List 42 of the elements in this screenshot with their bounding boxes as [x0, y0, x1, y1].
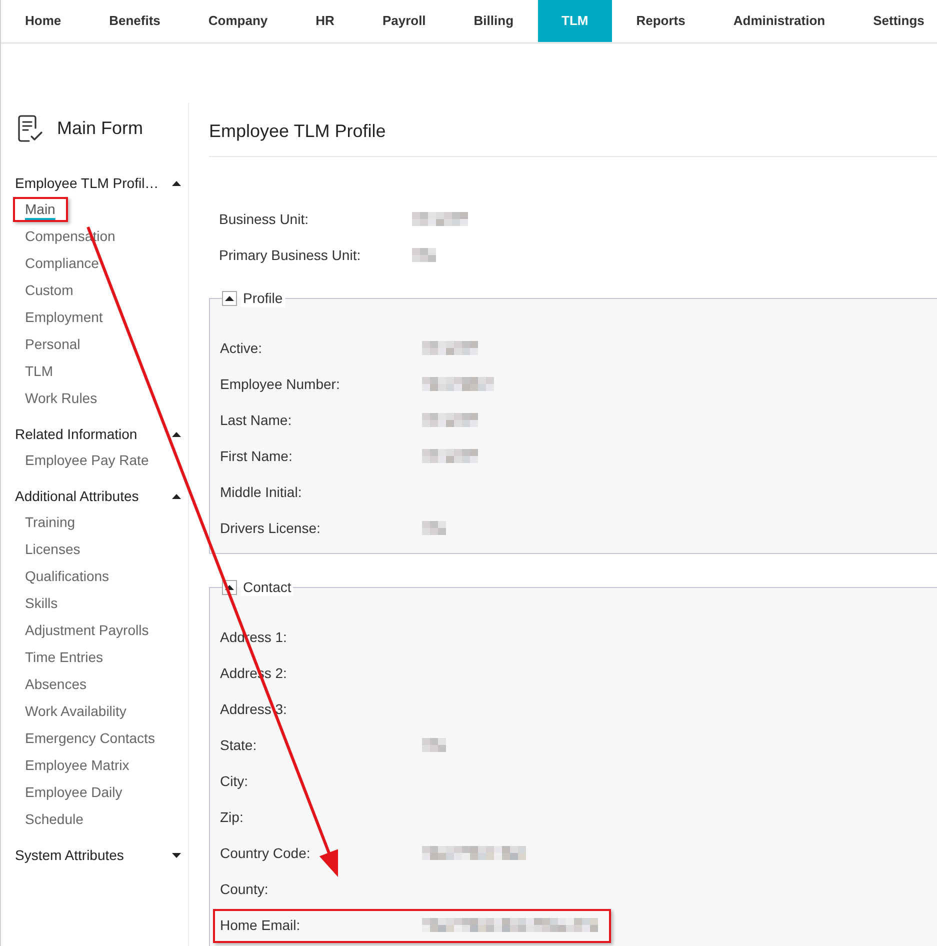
field-label: Home Email: [220, 916, 302, 934]
collapse-button[interactable] [222, 290, 237, 306]
sidebar-link[interactable]: Employee Matrix [25, 752, 130, 779]
field-label: Middle Initial: [220, 482, 303, 502]
field-label: State: [220, 736, 258, 754]
field-label: Drivers License: [220, 518, 322, 538]
sidebar-link[interactable]: Adjustment Payrolls [25, 617, 149, 644]
sidebar-link[interactable]: Work Rules [25, 385, 98, 412]
field-label: City: [220, 772, 249, 791]
document-check-icon [18, 115, 43, 142]
sidebar-link[interactable]: Work Availability [25, 698, 126, 725]
field-label: Address 3: [220, 700, 288, 718]
section-header[interactable]: Additional Attributes [15, 483, 181, 509]
sidebar-title: Main Form [57, 117, 144, 140]
field-label: Primary Business Unit: [219, 246, 362, 265]
sidebar-link[interactable]: Employee Pay Rate [25, 447, 149, 474]
sidebar-link[interactable]: Time Entries [25, 644, 104, 671]
section-header[interactable]: Related Information [15, 421, 181, 447]
sidebar-link[interactable]: Licenses [25, 536, 80, 563]
field-label: Country Code: [220, 844, 312, 863]
field-label: Employee Number: [220, 374, 341, 394]
sidebar-link[interactable]: TLM [25, 358, 53, 385]
sidebar-link[interactable]: Training [25, 509, 76, 536]
field-label: Active: [220, 338, 264, 358]
sidebar-link[interactable]: Custom [25, 277, 74, 304]
section-header[interactable]: System Attributes [15, 842, 181, 868]
sidebar-link[interactable]: Emergency Contacts [25, 725, 155, 752]
page-title: Employee TLM Profile [209, 120, 387, 143]
sidebar-link[interactable]: Skills [25, 590, 58, 617]
field-label: Last Name: [220, 410, 293, 430]
section-header[interactable]: Employee TLM Profil… [15, 170, 181, 196]
sidebar-link[interactable]: Compliance [25, 250, 99, 277]
sidebar-link[interactable]: Employee Daily Schedule [25, 779, 175, 833]
sidebar-link[interactable]: Absences [25, 671, 86, 698]
sidebar-link[interactable]: Employment [25, 304, 103, 331]
field-label: Business Unit: [219, 210, 310, 228]
field-label: Zip: [220, 808, 244, 827]
field-label: County: [220, 880, 270, 899]
sidebar-link[interactable]: Personal [25, 331, 80, 358]
field-label: First Name: [220, 446, 294, 466]
sidebar-link[interactable]: Qualifications [25, 563, 110, 590]
sidebar-link[interactable]: Main [25, 196, 56, 223]
